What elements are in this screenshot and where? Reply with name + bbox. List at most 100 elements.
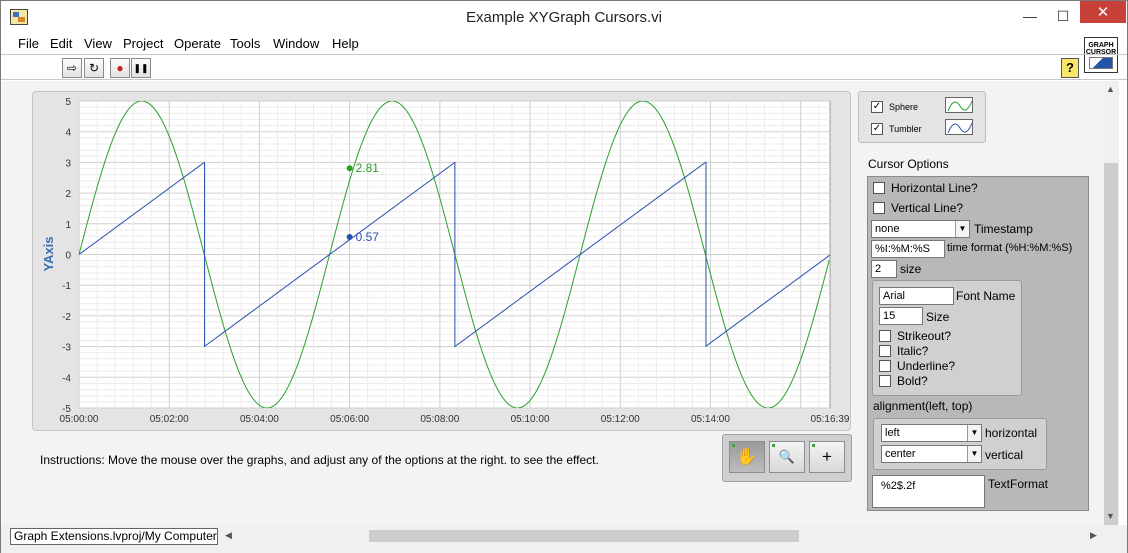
cursor-label-tumbler: 0.57: [356, 230, 380, 244]
cursor-size-input[interactable]: 2: [871, 260, 897, 278]
vertical-line-checkbox[interactable]: [873, 202, 885, 214]
menu-operate[interactable]: Operate: [174, 36, 221, 51]
x-tick-label: 05:10:00: [511, 414, 550, 425]
menu-window[interactable]: Window: [273, 36, 319, 51]
scroll-down-icon[interactable]: ▼: [1106, 511, 1115, 521]
y-axis-label: YAxis: [41, 237, 56, 272]
x-tick-label: 05:12:00: [601, 414, 640, 425]
italic-option[interactable]: Italic?: [879, 344, 928, 358]
plot-legend: ✓ Sphere ✓ Tumbler: [858, 91, 986, 143]
menu-project[interactable]: Project: [123, 36, 163, 51]
vi-icon-line1: GRAPH: [1088, 42, 1114, 49]
horizontal-line-checkbox[interactable]: [873, 182, 885, 194]
menu-bar: File Edit View Project Operate Tools Win…: [1, 33, 1081, 53]
zoom-glyph: 🔍: [778, 449, 796, 464]
y-tick-label: 2: [65, 189, 71, 200]
menu-edit[interactable]: Edit: [50, 36, 72, 51]
y-tick-label: -3: [62, 343, 71, 354]
strikeout-checkbox[interactable]: [879, 330, 891, 342]
time-format-input[interactable]: %I:%M:%S: [871, 240, 945, 258]
pause-icon[interactable]: ❚❚: [131, 58, 151, 78]
strikeout-label: Strikeout?: [897, 329, 952, 343]
menu-view[interactable]: View: [84, 36, 112, 51]
legend-label-sphere: Sphere: [889, 102, 919, 112]
menu-file[interactable]: File: [18, 36, 39, 51]
text-format-input[interactable]: %2$.2f: [872, 475, 985, 508]
scroll-up-icon[interactable]: ▲: [1106, 84, 1115, 94]
vertical-alignment-label: vertical: [985, 448, 1024, 462]
sphere-visible-checkbox[interactable]: ✓: [871, 101, 883, 113]
underline-label: Underline?: [897, 359, 956, 373]
horizontal-line-option[interactable]: Horizontal Line?: [873, 181, 978, 195]
run-continuously-icon[interactable]: ↻: [84, 58, 104, 78]
strikeout-option[interactable]: Strikeout?: [879, 329, 951, 343]
underline-option[interactable]: Underline?: [879, 359, 955, 373]
horizontal-scrollbar[interactable]: ◀ ▶: [222, 528, 1104, 544]
cursor-point-tumbler[interactable]: [346, 234, 353, 241]
bold-label: Bold?: [897, 374, 928, 388]
menu-tools[interactable]: Tools: [230, 36, 260, 51]
horizontal-scroll-thumb[interactable]: [369, 530, 799, 542]
x-tick-label: 05:04:00: [240, 414, 279, 425]
timestamp-label: Timestamp: [974, 222, 1033, 236]
vertical-alignment-dropdown[interactable]: center ▼: [881, 445, 982, 463]
chevron-down-icon[interactable]: ▼: [967, 425, 981, 441]
vertical-scroll-thumb[interactable]: [1104, 163, 1118, 525]
y-tick-label: 3: [65, 158, 71, 169]
cursor-point-sphere[interactable]: [346, 165, 353, 172]
run-arrow-icon[interactable]: ⇨: [62, 58, 82, 78]
legend-item-sphere[interactable]: ✓ Sphere: [871, 98, 918, 116]
legend-label-tumbler: Tumbler: [889, 124, 922, 134]
menu-help[interactable]: Help: [332, 36, 359, 51]
labview-window: Example XYGraph Cursors.vi — ☐ ✕ File Ed…: [0, 0, 1128, 553]
y-tick-label: 5: [65, 97, 71, 108]
font-size-input[interactable]: 15: [879, 307, 923, 325]
font-name-label: Font Name: [956, 289, 1016, 303]
x-tick-label: 05:14:00: [691, 414, 730, 425]
cursor-size-label: size: [900, 262, 922, 276]
vertical-scrollbar[interactable]: ▲ ▼: [1103, 81, 1119, 525]
abort-icon[interactable]: ●: [110, 58, 130, 78]
horizontal-line-label: Horizontal Line?: [891, 181, 978, 195]
font-name-input[interactable]: Arial: [879, 287, 954, 305]
pan-hand-glyph: ✋: [736, 447, 758, 466]
time-format-label: time format (%H:%M:%S): [947, 242, 1073, 254]
chevron-down-icon[interactable]: ▼: [967, 446, 981, 462]
italic-label: Italic?: [897, 344, 929, 358]
xy-graph[interactable]: 5 4 3 2 1 0 -1 -2 -3 -4 -5 05:00:00 05:02:00 05:04:00…: [32, 91, 851, 431]
graph-tools-palette: ✋ 🔍 +: [722, 434, 852, 482]
timestamp-dropdown[interactable]: none ▼: [871, 220, 970, 238]
font-size-label: Size: [926, 310, 950, 324]
x-tick-label: 05:06:00: [330, 414, 369, 425]
alignment-cluster: left ▼ horizontal center ▼ vertical: [873, 418, 1047, 470]
zoom-icon[interactable]: 🔍: [769, 441, 805, 473]
horizontal-alignment-dropdown[interactable]: left ▼: [881, 424, 982, 442]
context-help-icon[interactable]: ?: [1061, 58, 1079, 78]
window-title: Example XYGraph Cursors.vi: [466, 9, 662, 26]
project-context[interactable]: Graph Extensions.lvproj/My Computer: [10, 528, 218, 545]
toolbar: ⇨ ↻ ● ❚❚ ?: [1, 54, 1127, 80]
cursor-label-sphere: 2.81: [356, 161, 380, 175]
sphere-plot-swatch[interactable]: [945, 97, 973, 113]
vertical-line-option[interactable]: Vertical Line?: [873, 201, 963, 215]
timestamp-value: none: [875, 223, 900, 235]
scroll-right-icon[interactable]: ▶: [1090, 530, 1097, 541]
cursor-crosshair-icon[interactable]: +: [809, 441, 845, 473]
close-button[interactable]: ✕: [1080, 1, 1126, 23]
scroll-left-icon[interactable]: ◀: [225, 530, 232, 541]
cursor-options-label: Cursor Options: [868, 157, 949, 171]
x-tick-label: 05:16:39: [811, 414, 850, 425]
tumbler-visible-checkbox[interactable]: ✓: [871, 123, 883, 135]
legend-item-tumbler[interactable]: ✓ Tumbler: [871, 120, 922, 138]
pan-hand-icon[interactable]: ✋: [729, 441, 765, 473]
y-tick-label: 0: [65, 251, 71, 262]
alignment-label: alignment(left, top): [873, 399, 973, 413]
chevron-down-icon[interactable]: ▼: [955, 221, 969, 237]
font-cluster: Arial Font Name 15 Size Strikeout? Itali…: [872, 280, 1022, 396]
xy-graph-plot[interactable]: 543210-1-2-3-4-505:00:00 05:02:00 05:04:00…: [33, 92, 852, 432]
bold-checkbox[interactable]: [879, 375, 891, 387]
tumbler-plot-swatch[interactable]: [945, 119, 973, 135]
bold-option[interactable]: Bold?: [879, 374, 928, 388]
underline-checkbox[interactable]: [879, 360, 891, 372]
italic-checkbox[interactable]: [879, 345, 891, 357]
